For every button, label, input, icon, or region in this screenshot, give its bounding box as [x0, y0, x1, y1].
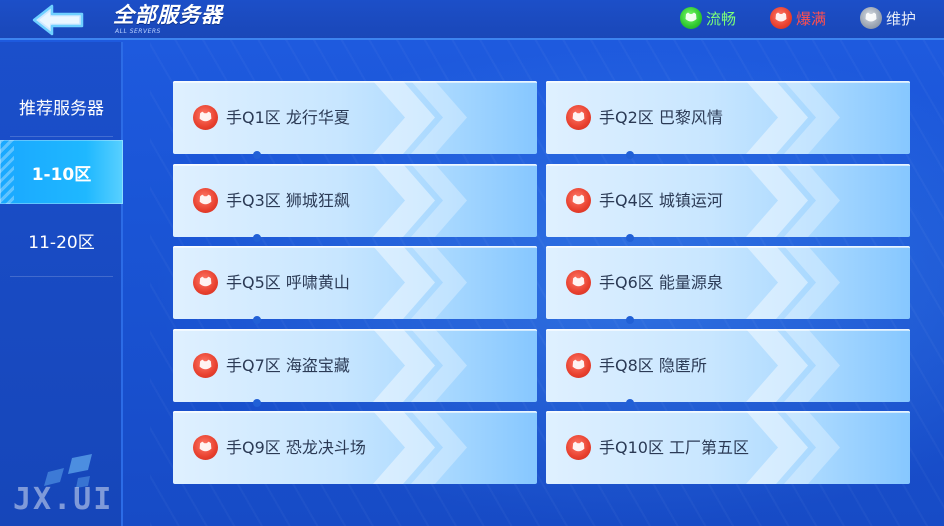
server-card[interactable]: 手Q9区 恐龙决斗场 — [173, 411, 537, 484]
top-bar: 全部服务器 ALL SERVERS 流畅 爆满 维护 — [0, 0, 944, 40]
full-status-icon — [193, 435, 218, 460]
full-status-icon — [566, 270, 591, 295]
legend-maintenance-label: 维护 — [886, 9, 917, 28]
full-status-icon — [566, 188, 591, 213]
server-name: 手Q10区 工厂第五区 — [599, 438, 750, 457]
server-name: 手Q6区 能量源泉 — [599, 273, 723, 292]
sidebar-item-11-20[interactable]: 11-20区 — [0, 208, 123, 272]
server-card[interactable]: 手Q2区 巴黎风情 — [546, 81, 910, 154]
legend-smooth-label: 流畅 — [706, 9, 737, 28]
full-status-icon — [566, 105, 591, 130]
watermark-logo: JX.UI — [8, 454, 118, 522]
sidebar-item-label: 11-20区 — [28, 232, 95, 253]
legend-smooth: 流畅 — [680, 6, 736, 30]
server-name: 手Q7区 海盗宝藏 — [226, 356, 350, 375]
server-select-screen: 全部服务器 ALL SERVERS 流畅 爆满 维护 推荐服务器 1-10区 1… — [0, 0, 944, 526]
server-card[interactable]: 手Q4区 城镇运河 — [546, 164, 910, 237]
server-name: 手Q8区 隐匿所 — [599, 356, 707, 375]
legend-full: 爆满 — [770, 6, 826, 30]
card-connector-notch — [626, 399, 634, 407]
server-card[interactable]: 手Q5区 呼啸黄山 — [173, 246, 537, 319]
full-status-icon — [193, 188, 218, 213]
smooth-status-icon — [680, 7, 702, 29]
card-connector-notch — [626, 151, 634, 159]
card-connector-notch — [253, 316, 261, 324]
sidebar-divider — [10, 276, 113, 277]
watermark-text: JX.UI — [13, 482, 114, 517]
maintenance-status-icon — [860, 7, 882, 29]
sidebar-item-1-10[interactable]: 1-10区 — [0, 140, 123, 204]
back-button[interactable] — [30, 3, 88, 37]
back-arrow-icon — [32, 4, 84, 36]
title-block: 全部服务器 ALL SERVERS — [113, 2, 223, 38]
legend-full-label: 爆满 — [796, 9, 827, 28]
legend-maintenance: 维护 — [860, 6, 916, 30]
page-subtitle: ALL SERVERS — [115, 28, 161, 35]
server-name: 手Q4区 城镇运河 — [599, 191, 723, 210]
server-group-sidebar: 推荐服务器 1-10区 11-20区 JX.UI — [0, 42, 123, 526]
full-status-icon — [193, 353, 218, 378]
server-name: 手Q9区 恐龙决斗场 — [226, 438, 366, 457]
card-connector-notch — [253, 151, 261, 159]
server-card[interactable]: 手Q8区 隐匿所 — [546, 329, 910, 402]
server-name: 手Q1区 龙行华夏 — [226, 108, 350, 127]
full-status-icon — [193, 105, 218, 130]
sidebar-item-label: 1-10区 — [31, 164, 92, 185]
server-card[interactable]: 手Q10区 工厂第五区 — [546, 411, 910, 484]
server-name: 手Q2区 巴黎风情 — [599, 108, 723, 127]
full-status-icon — [566, 435, 591, 460]
page-title: 全部服务器 — [113, 3, 223, 27]
card-connector-notch — [253, 234, 261, 242]
server-card[interactable]: 手Q6区 能量源泉 — [546, 246, 910, 319]
card-connector-notch — [626, 316, 634, 324]
server-name: 手Q3区 狮城狂飙 — [226, 191, 350, 210]
full-status-icon — [770, 7, 792, 29]
sidebar-item-recommended[interactable]: 推荐服务器 — [0, 74, 123, 138]
card-connector-notch — [626, 234, 634, 242]
server-card[interactable]: 手Q7区 海盗宝藏 — [173, 329, 537, 402]
full-status-icon — [193, 270, 218, 295]
server-card[interactable]: 手Q3区 狮城狂飙 — [173, 164, 537, 237]
full-status-icon — [566, 353, 591, 378]
card-connector-notch — [253, 399, 261, 407]
server-card[interactable]: 手Q1区 龙行华夏 — [173, 81, 537, 154]
sidebar-divider — [10, 136, 113, 137]
sidebar-item-label: 推荐服务器 — [19, 98, 104, 119]
server-name: 手Q5区 呼啸黄山 — [226, 273, 350, 292]
